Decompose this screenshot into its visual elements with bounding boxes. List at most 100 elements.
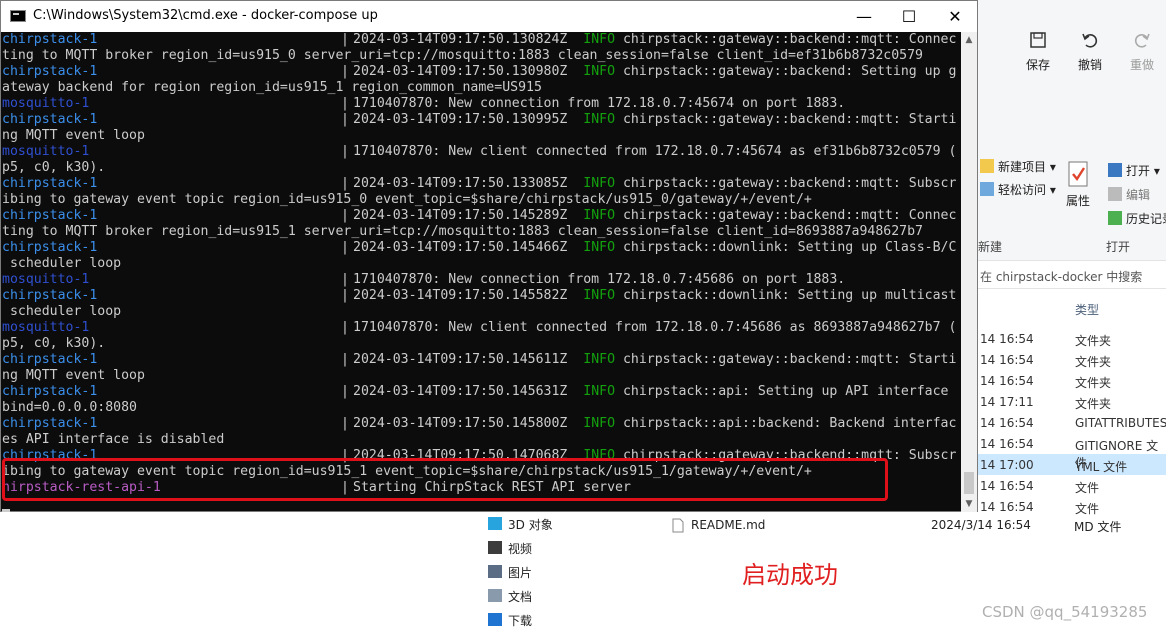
terminal-line: mosquitto-1 | 1710407870: New client conne…	[1, 320, 961, 336]
service-name: mosquitto-1	[2, 272, 90, 287]
log-text: chirpstack::gateway::backend::mqtt: Star…	[615, 352, 957, 367]
file-icon	[672, 518, 684, 533]
nav-item-documents[interactable]: 文档	[488, 588, 532, 605]
service-name: chirpstack-1	[2, 32, 98, 47]
new-item-button[interactable]: 新建项目 ▾	[980, 158, 1056, 175]
terminal-output[interactable]: chirpstack-1 | 2024-03-14T09:17:50.130824Z…	[1, 32, 961, 512]
log-message: 1710407870: New connection from 172.18.0…	[353, 272, 845, 288]
success-annotation: 启动成功	[742, 561, 838, 589]
log-text: 2024-03-14T09:17:50.145466Z	[353, 240, 584, 255]
terminal-line: ting to MQTT broker region_id=us915_0 se…	[1, 48, 961, 64]
column-separator: |	[341, 144, 349, 159]
nav-label: 视频	[508, 542, 533, 556]
log-text: 2024-03-14T09:17:50.130980Z	[353, 64, 584, 79]
column-separator: |	[341, 240, 349, 255]
column-separator: |	[341, 320, 349, 335]
terminal-line: chirpstack-1 | 2024-03-14T09:17:50.145800Z…	[1, 416, 961, 432]
column-separator: |	[341, 112, 349, 127]
log-level: INFO	[583, 352, 616, 367]
log-text: 2024-03-14T09:17:50.145289Z	[353, 208, 584, 223]
history-button[interactable]: 历史记录	[1108, 210, 1166, 227]
scroll-up-icon[interactable]: ▲	[961, 32, 977, 48]
cmd-titlebar[interactable]: C:\Windows\System32\cmd.exe - docker-com…	[1, 1, 977, 32]
nav-item-3d-objects[interactable]: 3D 对象	[488, 516, 553, 533]
terminal-line: bind=0.0.0.0:8080	[1, 400, 961, 416]
close-button[interactable]: ✕	[932, 1, 978, 32]
column-separator: |	[341, 416, 349, 431]
undo-icon	[1082, 33, 1098, 48]
group-open-label: 打开	[1106, 240, 1131, 254]
terminal-line: chirpstack-1 | 2024-03-14T09:17:50.130980Z…	[1, 64, 961, 80]
file-date: 14 17:00	[980, 458, 1034, 472]
line-continuation: ateway backend for region region_id=us91…	[2, 80, 542, 95]
undo-button[interactable]: 撤销	[1070, 30, 1110, 73]
nav-item-videos[interactable]: 视频	[488, 540, 533, 557]
nav-item-pictures[interactable]: 图片	[488, 564, 532, 581]
nav-label: 下载	[508, 614, 533, 628]
log-level: INFO	[583, 416, 616, 431]
maximize-button[interactable]: ☐	[886, 1, 932, 32]
terminal-scrollbar[interactable]: ▲ ▼	[961, 32, 977, 512]
log-text: chirpstack::downlink: Setting up multica…	[615, 288, 957, 303]
log-text: 1710407870: New connection from 172.18.0…	[353, 96, 846, 111]
cube-icon	[488, 517, 502, 530]
edit-icon	[1108, 187, 1122, 201]
save-button[interactable]: 保存	[1018, 30, 1058, 73]
open-label: 打开 ▾	[1126, 164, 1160, 178]
watermark: CSDN @qq_54193285	[982, 603, 1148, 621]
column-header-type[interactable]: 类型	[1075, 301, 1099, 318]
log-text: chirpstack::api: Setting up API interfac…	[615, 384, 957, 399]
scrollbar-thumb[interactable]	[964, 472, 974, 494]
log-text: chirpstack::gateway::backend::mqtt: Conn…	[615, 208, 957, 223]
search-input[interactable]: 在 chirpstack-docker 中搜索	[978, 266, 1166, 289]
file-date: 14 16:54	[980, 374, 1034, 388]
video-icon	[488, 541, 502, 554]
file-type: 文件	[1075, 502, 1100, 516]
easy-access-icon	[980, 182, 994, 196]
log-level: INFO	[583, 64, 616, 79]
service-name: mosquitto-1	[2, 320, 90, 335]
file-date: 2024/3/14 16:54	[931, 518, 1031, 532]
properties-button[interactable]: 属性	[1066, 160, 1090, 209]
file-date: 14 16:54	[980, 437, 1034, 451]
service-name: chirpstack-1	[2, 384, 98, 399]
cmd-window[interactable]: C:\Windows\System32\cmd.exe - docker-com…	[0, 0, 978, 512]
terminal-line: chirpstack-1 | 2024-03-14T09:17:50.145611Z…	[1, 352, 961, 368]
nav-label: 3D 对象	[508, 518, 553, 532]
terminal-line: scheduler loop	[1, 304, 961, 320]
line-continuation: ng MQTT event loop	[2, 128, 145, 143]
column-separator: |	[341, 272, 349, 287]
line-continuation: scheduler loop	[2, 256, 122, 271]
log-text: chirpstack::downlink: Setting up Class-B…	[615, 240, 957, 255]
log-text: chirpstack::gateway::backend::mqtt: Subs…	[615, 176, 957, 191]
navigation-pane: 3D 对象 视频 图片 文档 下载	[480, 510, 650, 630]
redo-button[interactable]: 重做	[1122, 30, 1162, 73]
properties-label: 属性	[1066, 194, 1091, 208]
easy-access-button[interactable]: 轻松访问 ▾	[980, 181, 1056, 198]
service-name: mosquitto-1	[2, 144, 90, 159]
nav-item-downloads[interactable]: 下载	[488, 612, 533, 629]
highlight-box	[2, 458, 888, 501]
save-icon	[1030, 32, 1046, 48]
file-type: 文件夹	[1075, 376, 1112, 390]
open-button[interactable]: 打开 ▾	[1108, 162, 1160, 179]
log-level: INFO	[583, 176, 616, 191]
edit-button[interactable]: 编辑	[1108, 186, 1150, 203]
minimize-button[interactable]: —	[841, 1, 887, 32]
column-separator: |	[341, 384, 349, 399]
log-message: 2024-03-14T09:17:50.130995Z INFO chirpst…	[353, 112, 956, 128]
column-separator: |	[341, 64, 349, 79]
easy-access-label: 轻松访问 ▾	[998, 183, 1056, 197]
log-message: 2024-03-14T09:17:50.145466Z INFO chirpst…	[353, 240, 956, 256]
scroll-down-icon[interactable]: ▼	[961, 496, 977, 512]
terminal-line: p5, c0, k30).	[1, 336, 961, 352]
download-icon	[488, 613, 502, 626]
file-type: MD 文件	[1074, 520, 1122, 534]
column-separator: |	[341, 96, 349, 111]
log-level: INFO	[583, 112, 616, 127]
log-text: 2024-03-14T09:17:50.145582Z	[353, 288, 584, 303]
cmd-app-icon	[10, 10, 26, 22]
terminal-line: ng MQTT event loop	[1, 128, 961, 144]
new-item-label: 新建项目 ▾	[998, 160, 1056, 174]
log-text: 1710407870: New client connected from 17…	[353, 144, 957, 159]
